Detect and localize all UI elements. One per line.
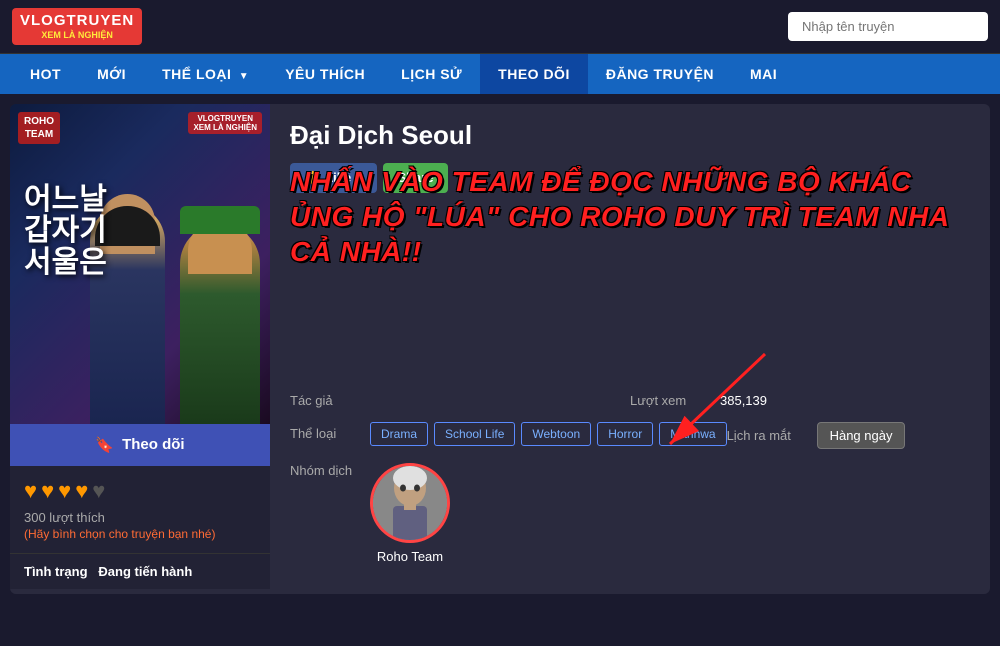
schedule-col: Lịch ra mắt Hàng ngày (727, 422, 906, 449)
views-value: 385,139 (720, 393, 767, 408)
genre-drama[interactable]: Drama (370, 422, 428, 446)
nav-hot[interactable]: HOT (12, 54, 79, 94)
nav-theo-doi[interactable]: THEO DÕI (480, 54, 588, 94)
cover-title-text: 어느날갑자기서울은 (24, 184, 107, 279)
promo-text: NHẤN VÀO TEAM ĐỂ ĐỌC NHỮNG BỘ KHÁC ỦNG H… (290, 164, 970, 269)
genre-tags: Drama School Life Webtoon Horror Manhwa (370, 422, 727, 446)
nav-moi[interactable]: MỚI (79, 54, 144, 94)
genre-school[interactable]: School Life (434, 422, 515, 446)
author-label: Tác giả (290, 393, 370, 408)
genre-col: Thể loại Drama School Life Webtoon Horro… (290, 422, 727, 446)
hearts-container: ♥ ♥ ♥ ♥ ♥ (24, 478, 256, 504)
logo-area: VLOGTRUYEN XEM LÀ NGHIỆN (12, 8, 142, 45)
author-col: Tác giả (290, 393, 630, 408)
info-section: Tác giả Lượt xem 385,139 Thể loại Drama … (290, 393, 970, 564)
status-value: Đang tiến hành (98, 564, 192, 579)
translator-name[interactable]: Roho Team (377, 549, 443, 564)
avatar-svg (373, 466, 447, 540)
right-panel: Đại Dịch Seoul 👍 Like 0 Share NHẤN VÀO T… (270, 104, 990, 594)
genre-horror[interactable]: Horror (597, 422, 653, 446)
heart-3[interactable]: ♥ (58, 478, 71, 504)
main-content: ROHO TEAM VLOGTRUYENXEM LÀ NGHIỆN 어느날갑자기… (10, 104, 990, 594)
nav-yeu-thich[interactable]: YÊU THÍCH (267, 54, 383, 94)
genre-label: Thể loại (290, 426, 370, 441)
logo-main-text: VLOGTRUYEN (20, 12, 134, 30)
cover-roho-badge: ROHO TEAM (18, 112, 60, 144)
navigation: HOT MỚI THỂ LOẠI ▼ YÊU THÍCH LỊCH SỬ THE… (0, 54, 1000, 94)
genre-schedule-row: Thể loại Drama School Life Webtoon Horro… (290, 422, 970, 449)
rating-count: 300 lượt thích (24, 510, 256, 525)
heart-2[interactable]: ♥ (41, 478, 54, 504)
views-label: Lượt xem (630, 393, 710, 408)
translator-label: Nhóm dịch (290, 463, 370, 478)
status-label: Tình trạng (24, 564, 88, 579)
search-input[interactable] (788, 12, 988, 41)
heart-5-empty[interactable]: ♥ (92, 478, 105, 504)
manga-cover: ROHO TEAM VLOGTRUYENXEM LÀ NGHIỆN 어느날갑자기… (10, 104, 270, 424)
rating-area: ♥ ♥ ♥ ♥ ♥ 300 lượt thích (Hãy bình chọn … (10, 466, 270, 553)
nav-mai[interactable]: MAI (732, 54, 795, 94)
char-front (180, 224, 260, 424)
translator-col: Nhóm dịch (290, 463, 630, 564)
translator-group: Roho Team (370, 463, 450, 564)
chevron-down-icon: ▼ (239, 71, 249, 82)
schedule-value: Hàng ngày (817, 422, 906, 449)
translator-row: Nhóm dịch (290, 463, 970, 564)
schedule-label: Lịch ra mắt (727, 428, 807, 443)
heart-1[interactable]: ♥ (24, 478, 37, 504)
logo[interactable]: VLOGTRUYEN XEM LÀ NGHIỆN (12, 8, 142, 45)
left-panel: ROHO TEAM VLOGTRUYENXEM LÀ NGHIỆN 어느날갑자기… (10, 104, 270, 594)
logo-sub-text: XEM LÀ NGHIỆN (41, 30, 113, 41)
views-col: Lượt xem 385,139 (630, 393, 767, 408)
heart-4[interactable]: ♥ (75, 478, 88, 504)
avatar-inner (373, 466, 447, 540)
genre-webtoon[interactable]: Webtoon (521, 422, 591, 446)
nav-dang-truyen[interactable]: ĐĂNG TRUYỆN (588, 54, 732, 94)
header: VLOGTRUYEN XEM LÀ NGHIỆN (0, 0, 1000, 54)
author-views-row: Tác giả Lượt xem 385,139 (290, 393, 970, 408)
manga-title: Đại Dịch Seoul (290, 120, 970, 151)
translator-avatar[interactable] (370, 463, 450, 543)
status-area: Tình trạng Đang tiến hành (10, 553, 270, 589)
genre-manhwa[interactable]: Manhwa (659, 422, 726, 446)
nav-the-loai[interactable]: THỂ LOẠI ▼ (144, 54, 267, 94)
rating-vote[interactable]: (Hãy bình chọn cho truyện bạn nhé) (24, 527, 256, 541)
cover-vlog-badge: VLOGTRUYENXEM LÀ NGHIỆN (188, 112, 262, 134)
nav-lich-su[interactable]: LỊCH SỬ (383, 54, 480, 94)
bookmark-icon: 🔖 (95, 436, 114, 454)
follow-button[interactable]: 🔖 Theo dõi (10, 424, 270, 466)
